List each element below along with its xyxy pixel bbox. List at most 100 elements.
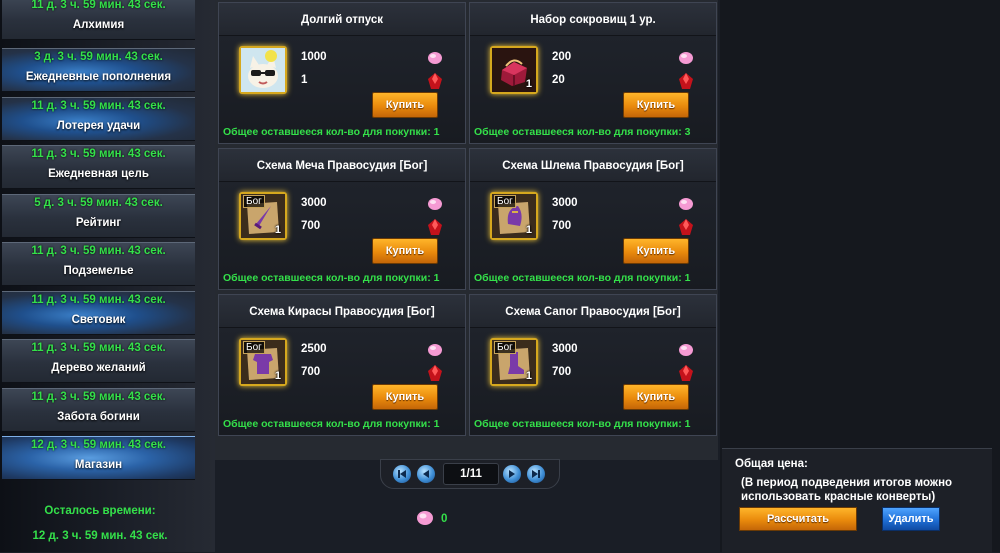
pink-gem-icon (679, 198, 693, 210)
red-gem-icon (428, 365, 442, 381)
sidebar-item-lightbringer[interactable]: 11 д. 3 ч. 59 мин. 43 сек. Световик (2, 291, 195, 335)
sidebar-item-goddess-care[interactable]: 11 д. 3 ч. 59 мин. 43 сек. Забота богини (2, 388, 195, 432)
item-title: Схема Шлема Правосудия [Бог] (470, 149, 716, 182)
red-envelope-note: (В период подведения итогов можно исполь… (741, 477, 953, 503)
pink-gem-icon (679, 52, 693, 64)
next-page-button[interactable] (503, 465, 521, 483)
first-page-button[interactable] (393, 465, 411, 483)
scroll-boots-icon[interactable]: Бог 1 (490, 338, 538, 386)
pink-gem-icon (417, 511, 433, 525)
treasure-box-icon[interactable]: 1 (490, 46, 538, 94)
item-count: 1 (525, 224, 532, 236)
item-title: Набор сокровищ 1 ур. (470, 3, 716, 36)
price-pink-gems: 3000 (301, 197, 327, 209)
remaining-purchase-count: Общее оставшееся кол-во для покупки: 1 (474, 418, 691, 430)
sidebar-item-alchemy[interactable]: 11 д. 3 ч. 59 мин. 43 сек. Алхимия (2, 0, 195, 40)
red-gem-icon (679, 365, 693, 381)
remaining-purchase-count: Общее оставшееся кол-во для покупки: 3 (474, 126, 691, 138)
event-timer: 11 д. 3 ч. 59 мин. 43 сек. (31, 100, 166, 112)
shop-item-card: Набор сокровищ 1 ур. 1 200 20 Купить Общ… (469, 2, 717, 144)
pagination: 1/11 (380, 459, 560, 489)
event-timer: 11 д. 3 ч. 59 мин. 43 сек. (31, 391, 166, 403)
pink-gem-icon (679, 344, 693, 356)
remaining-purchase-count: Общее оставшееся кол-во для покупки: 1 (474, 272, 691, 284)
grade-tag: Бог (243, 195, 265, 208)
red-gem-icon (679, 219, 693, 235)
scroll-helmet-icon[interactable]: Бог 1 (490, 192, 538, 240)
buy-button[interactable]: Купить (372, 92, 438, 118)
price-red-gems: 20 (552, 74, 565, 86)
event-timer: 5 д. 3 ч. 59 мин. 43 сек. (34, 197, 163, 209)
remaining-purchase-count: Общее оставшееся кол-во для покупки: 1 (223, 272, 440, 284)
sidebar-item-wish-tree[interactable]: 11 д. 3 ч. 59 мин. 43 сек. Дерево желани… (2, 339, 195, 383)
item-count: 1 (525, 370, 532, 382)
skip-first-icon (398, 470, 406, 478)
price-red-gems: 700 (552, 366, 572, 378)
red-gem-icon (679, 73, 693, 89)
prev-page-button[interactable] (417, 465, 435, 483)
price-pink-gems: 3000 (552, 197, 578, 209)
grade-tag: Бог (494, 341, 516, 354)
item-title: Схема Меча Правосудия [Бог] (219, 149, 465, 182)
delete-button[interactable]: Удалить (882, 507, 940, 531)
balance-value: 0 (441, 513, 448, 525)
price-red-gems: 1 (301, 74, 308, 86)
event-timer: 11 д. 3 ч. 59 мин. 43 сек. (31, 245, 166, 257)
item-title: Схема Сапог Правосудия [Бог] (470, 295, 716, 328)
event-sidebar: 11 д. 3 ч. 59 мин. 43 сек. Алхимия 3 д. … (0, 0, 215, 552)
buy-button[interactable]: Купить (372, 384, 438, 410)
sidebar-item-label: Лотерея удачи (56, 120, 141, 132)
red-gem-icon (428, 219, 442, 235)
shop-item-card: Схема Кирасы Правосудия [Бог] Бог 1 2500… (218, 294, 466, 436)
total-price-label: Общая цена: (735, 458, 808, 470)
buy-button[interactable]: Купить (623, 238, 689, 264)
shop-item-card: Долгий отпуск 1000 1 Купить Общее оставш… (218, 2, 466, 144)
sidebar-item-label: Рейтинг (75, 217, 122, 229)
sidebar-item-daily-topup[interactable]: 3 д. 3 ч. 59 мин. 43 сек. Ежедневные поп… (2, 48, 195, 92)
shop-item-card: Схема Сапог Правосудия [Бог] Бог 1 3000 … (469, 294, 717, 436)
buy-button[interactable]: Купить (372, 238, 438, 264)
remaining-purchase-count: Общее оставшееся кол-во для покупки: 1 (223, 418, 440, 430)
sidebar-item-label: Световик (71, 314, 126, 326)
sidebar-item-label: Забота богини (57, 411, 140, 423)
grade-tag: Бог (243, 341, 265, 354)
item-title: Схема Кирасы Правосудия [Бог] (219, 295, 465, 328)
sidebar-item-rating[interactable]: 5 д. 3 ч. 59 мин. 43 сек. Рейтинг (2, 194, 195, 238)
event-timer: 11 д. 3 ч. 59 мин. 43 сек. (31, 342, 166, 354)
item-title: Долгий отпуск (219, 3, 465, 36)
sidebar-item-lottery[interactable]: 11 д. 3 ч. 59 мин. 43 сек. Лотерея удачи (2, 97, 195, 141)
grade-tag: Бог (494, 195, 516, 208)
price-red-gems: 700 (301, 366, 321, 378)
price-pink-gems: 1000 (301, 51, 327, 63)
shop-grid: Долгий отпуск 1000 1 Купить Общее оставш… (215, 0, 718, 460)
shop-item-card: Схема Шлема Правосудия [Бог] Бог 1 3000 … (469, 148, 717, 290)
event-timer: 11 д. 3 ч. 59 мин. 43 сек. (31, 0, 166, 11)
price-red-gems: 700 (301, 220, 321, 232)
scroll-sword-icon[interactable]: Бог 1 (239, 192, 287, 240)
sidebar-item-daily-goal[interactable]: 11 д. 3 ч. 59 мин. 43 сек. Ежедневная це… (2, 145, 195, 189)
buy-button[interactable]: Купить (623, 384, 689, 410)
pink-gem-icon (428, 52, 442, 64)
buy-button[interactable]: Купить (623, 92, 689, 118)
scroll-armor-icon[interactable]: Бог 1 (239, 338, 287, 386)
sidebar-item-label: Дерево желаний (51, 362, 146, 374)
item-count: 1 (274, 224, 281, 236)
calculate-button[interactable]: Рассчитать (739, 507, 857, 531)
remaining-purchase-count: Общее оставшееся кол-во для покупки: 1 (223, 126, 440, 138)
price-pink-gems: 2500 (301, 343, 327, 355)
price-pink-gems: 3000 (552, 343, 578, 355)
event-timer: 11 д. 3 ч. 59 мин. 43 сек. (31, 294, 166, 306)
item-count: 1 (274, 370, 281, 382)
sidebar-item-shop[interactable]: 12 д. 3 ч. 59 мин. 43 сек. Магазин (2, 436, 195, 480)
page-indicator: 1/11 (443, 463, 499, 485)
price-red-gems: 700 (552, 220, 572, 232)
pink-gem-icon (428, 198, 442, 210)
last-page-button[interactable] (527, 465, 545, 483)
event-timer: 12 д. 3 ч. 59 мин. 43 сек. (31, 439, 166, 451)
sidebar-item-dungeon[interactable]: 11 д. 3 ч. 59 мин. 43 сек. Подземелье (2, 242, 195, 286)
sidebar-item-label: Ежедневные пополнения (25, 71, 172, 83)
cat-sunglasses-icon[interactable] (239, 46, 287, 94)
sidebar-item-label: Алхимия (72, 19, 125, 31)
shop-item-card: Схема Меча Правосудия [Бог] Бог 1 3000 7… (218, 148, 466, 290)
sidebar-item-label: Ежедневная цель (48, 168, 149, 180)
